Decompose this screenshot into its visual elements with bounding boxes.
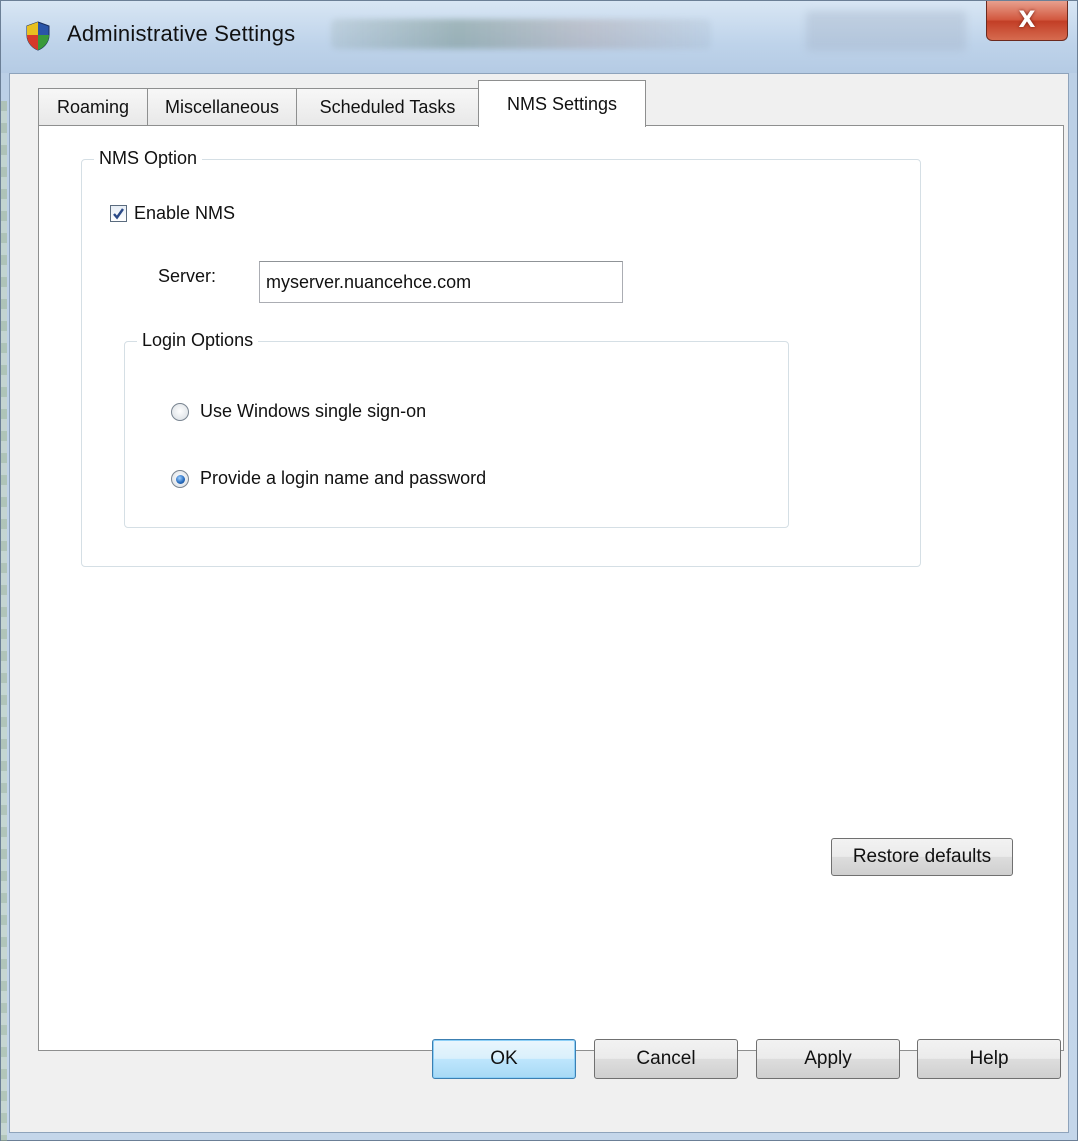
tab-label: Miscellaneous xyxy=(164,97,280,117)
tab-label: Roaming xyxy=(56,97,130,117)
radio-windows-sso[interactable] xyxy=(171,403,189,421)
background-blur xyxy=(806,11,966,51)
server-label: Server: xyxy=(158,266,217,286)
tab-panel-nms-settings: NMS Option Enable NMS Server: Login Opti… xyxy=(38,125,1064,1051)
tab-label: NMS Settings xyxy=(506,93,618,114)
apply-button[interactable]: Apply xyxy=(756,1039,900,1079)
ok-button[interactable]: OK xyxy=(432,1039,576,1079)
restore-defaults-button[interactable]: Restore defaults xyxy=(831,838,1013,876)
radio-selected-indicator xyxy=(175,474,185,484)
server-input[interactable] xyxy=(259,261,623,303)
close-icon: X xyxy=(1018,8,1036,33)
tab-miscellaneous[interactable]: Miscellaneous xyxy=(147,88,297,126)
background-edge xyxy=(1,101,7,1141)
title-bar[interactable]: Administrative Settings X xyxy=(1,1,1077,73)
enable-nms-label[interactable]: Enable NMS xyxy=(134,203,235,224)
tab-label: Scheduled Tasks xyxy=(319,97,456,117)
background-blur xyxy=(331,19,711,49)
radio-label[interactable]: Use Windows single sign-on xyxy=(200,401,426,422)
tab-scheduled-tasks[interactable]: Scheduled Tasks xyxy=(296,88,479,126)
dialog-client-area: Roaming Miscellaneous Scheduled Tasks NM… xyxy=(9,73,1069,1133)
window-title: Administrative Settings xyxy=(67,21,296,46)
cancel-button[interactable]: Cancel xyxy=(594,1039,738,1079)
login-options-group: Login Options Use Windows single sign-on… xyxy=(124,330,789,528)
dialog-window: Administrative Settings X Roaming Miscel… xyxy=(0,0,1078,1141)
group-label: NMS Option xyxy=(94,148,203,169)
shield-icon xyxy=(25,21,51,51)
group-label: Login Options xyxy=(137,330,259,351)
tab-nms-settings[interactable]: NMS Settings xyxy=(478,80,646,127)
close-button[interactable]: X xyxy=(986,1,1068,41)
nms-option-group: NMS Option Enable NMS Server: Login Opti… xyxy=(81,148,921,567)
checkmark-icon xyxy=(113,208,124,220)
help-button[interactable]: Help xyxy=(917,1039,1061,1079)
radio-login-password[interactable] xyxy=(171,470,189,488)
radio-label[interactable]: Provide a login name and password xyxy=(200,468,486,489)
tab-roaming[interactable]: Roaming xyxy=(38,88,148,126)
enable-nms-checkbox[interactable] xyxy=(110,205,127,222)
